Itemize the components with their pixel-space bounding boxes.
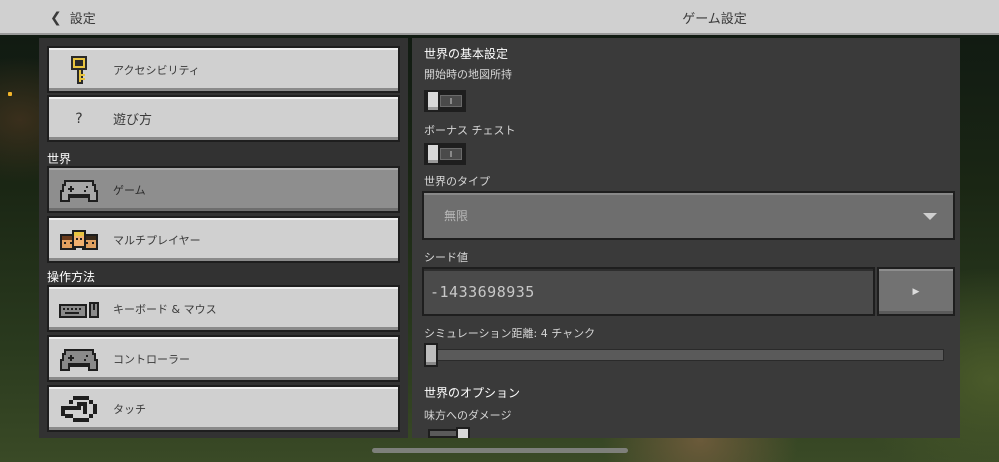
seed-value: -1433698935 — [430, 282, 535, 301]
gamepad-icon — [57, 343, 101, 375]
sidebar-item-keyboard-mouse[interactable]: キーボード & マウス — [47, 285, 400, 332]
section-heading-world-basics: 世界の基本設定 — [424, 47, 509, 61]
slider-rail — [424, 349, 944, 361]
toggle-knob — [456, 427, 470, 438]
sidebar-item-label: キーボード & マウス — [113, 302, 217, 316]
page-title: ゲーム設定 — [682, 12, 747, 27]
torch-light — [8, 92, 12, 96]
friendly-fire-toggle[interactable] — [428, 427, 472, 438]
simulation-distance-slider[interactable] — [424, 343, 946, 367]
simulation-distance-label: シミュレーション距離: 4 チャンク — [424, 327, 596, 340]
home-indicator — [372, 448, 628, 453]
sidebar-item-label: ゲーム — [113, 183, 146, 197]
starting-map-label: 開始時の地図所持 — [424, 68, 512, 81]
sidebar-item-label: 遊び方 — [113, 113, 153, 128]
chevron-down-icon — [923, 213, 937, 220]
sidebar-item-controller[interactable]: コントローラー — [47, 335, 400, 382]
world-type-label: 世界のタイプ — [424, 175, 490, 188]
friendly-fire-label: 味方へのダメージ — [424, 409, 512, 422]
keyboard-mouse-icon — [57, 293, 101, 325]
players-icon — [57, 224, 101, 256]
touch-hand-icon — [57, 393, 101, 425]
section-label-controls: 操作方法 — [47, 270, 96, 284]
play-arrow-icon: ▶ — [912, 286, 920, 297]
sidebar-item-accessibility[interactable]: アクセシビリティ — [47, 46, 400, 93]
sidebar-item-label: タッチ — [113, 402, 146, 416]
section-heading-world-options: 世界のオプション — [424, 386, 521, 400]
toggle-track — [428, 429, 458, 438]
toggle-track — [440, 148, 462, 160]
sidebar-item-label: マルチプレイヤー — [113, 233, 201, 247]
sidebar-item-game[interactable]: ゲーム — [47, 166, 400, 213]
settings-sidebar: アクセシビリティ ? 遊び方 世界 ゲーム マルチプレイヤー 操作方法 キーボー… — [39, 38, 408, 438]
question-mark-icon: ? — [75, 110, 83, 127]
bonus-chest-toggle[interactable] — [424, 143, 466, 165]
game-settings-panel: 世界の基本設定 開始時の地図所持 ボーナス チェスト 世界のタイプ 無限 シード… — [412, 38, 960, 438]
section-label-world: 世界 — [47, 152, 72, 166]
seed-label: シード値 — [424, 251, 468, 264]
sidebar-item-touch[interactable]: タッチ — [47, 385, 400, 432]
seed-picker-button[interactable]: ▶ — [877, 267, 955, 316]
sidebar-item-how-to-play[interactable]: ? 遊び方 — [47, 95, 400, 142]
toggle-knob — [426, 90, 440, 112]
bonus-chest-label: ボーナス チェスト — [424, 124, 516, 137]
world-type-dropdown[interactable]: 無限 — [422, 191, 955, 240]
sidebar-item-multiplayer[interactable]: マルチプレイヤー — [47, 216, 400, 263]
toggle-track — [440, 95, 462, 107]
seed-input[interactable]: -1433698935 — [422, 267, 875, 316]
key-icon — [57, 54, 101, 86]
toggle-knob — [426, 143, 440, 165]
controller-icon — [57, 174, 101, 206]
top-bar: ❮ 設定 ゲーム設定 — [0, 0, 999, 35]
starting-map-toggle[interactable] — [424, 90, 466, 112]
sidebar-item-label: アクセシビリティ — [113, 63, 200, 77]
slider-thumb[interactable] — [424, 343, 438, 367]
world-type-value: 無限 — [444, 209, 469, 223]
sidebar-item-label: コントローラー — [113, 352, 190, 366]
